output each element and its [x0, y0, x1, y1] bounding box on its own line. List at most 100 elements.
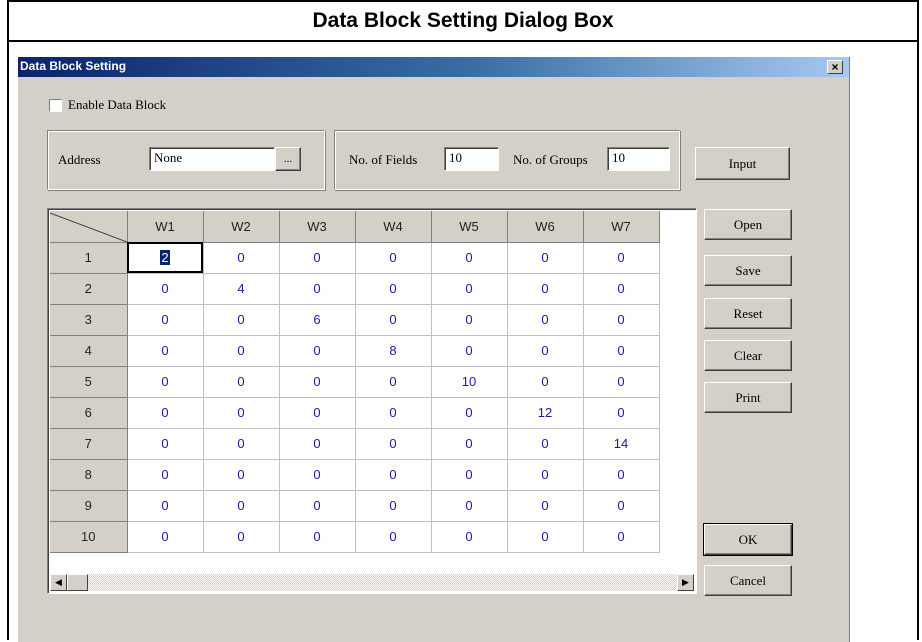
column-header[interactable]: W3	[279, 211, 356, 243]
grid-cell[interactable]: 0	[203, 242, 280, 274]
grid-cell[interactable]: 0	[279, 428, 356, 460]
row-header[interactable]: 6	[50, 397, 128, 429]
grid-cell[interactable]: 0	[431, 304, 508, 336]
grid-cell[interactable]: 0	[279, 397, 356, 429]
grid-cell[interactable]: 0	[431, 521, 508, 553]
grid-cell[interactable]: 0	[279, 490, 356, 522]
grid-cell[interactable]: 6	[279, 304, 356, 336]
row-header[interactable]: 7	[50, 428, 128, 460]
grid-cell[interactable]: 0	[203, 397, 280, 429]
row-header[interactable]: 9	[50, 490, 128, 522]
grid-cell[interactable]: 0	[507, 304, 584, 336]
grid-cell[interactable]: 0	[203, 304, 280, 336]
grid-cell[interactable]: 0	[279, 366, 356, 398]
grid-cell[interactable]: 0	[583, 366, 660, 398]
grid-cell[interactable]: 0	[203, 521, 280, 553]
grid-cell[interactable]: 0	[507, 428, 584, 460]
grid-cell[interactable]: 0	[583, 304, 660, 336]
grid-cell[interactable]: 0	[431, 490, 508, 522]
groups-field[interactable]: 10	[607, 147, 670, 171]
scroll-thumb[interactable]	[67, 574, 88, 591]
grid-cell[interactable]: 0	[203, 366, 280, 398]
grid-cell[interactable]: 0	[127, 490, 204, 522]
grid-cell[interactable]: 0	[203, 335, 280, 367]
grid-cell[interactable]: 0	[355, 273, 432, 305]
row-header[interactable]: 5	[50, 366, 128, 398]
column-header[interactable]: W4	[355, 211, 432, 243]
grid-cell[interactable]: 0	[127, 428, 204, 460]
grid-cell[interactable]: 0	[583, 397, 660, 429]
grid-cell[interactable]: 0	[583, 335, 660, 367]
grid-cell[interactable]: 0	[431, 428, 508, 460]
row-header[interactable]: 8	[50, 459, 128, 491]
grid-cell[interactable]: 0	[507, 335, 584, 367]
column-header[interactable]: W7	[583, 211, 660, 243]
grid-cell[interactable]: 0	[355, 304, 432, 336]
scroll-left-button[interactable]: ◀	[50, 574, 67, 591]
grid-cell[interactable]: 0	[431, 242, 508, 274]
open-button[interactable]: Open	[704, 209, 792, 240]
scroll-right-button[interactable]: ▶	[677, 574, 694, 591]
grid-cell[interactable]: 0	[355, 459, 432, 491]
fields-field[interactable]: 10	[444, 147, 499, 171]
grid-cell[interactable]: 0	[507, 459, 584, 491]
row-header[interactable]: 1	[50, 242, 128, 274]
enable-data-block-checkbox[interactable]	[49, 99, 62, 112]
save-button[interactable]: Save	[704, 255, 792, 286]
grid-cell[interactable]: 0	[203, 459, 280, 491]
column-header[interactable]: W5	[431, 211, 508, 243]
grid-cell[interactable]: 0	[279, 459, 356, 491]
grid-cell[interactable]: 0	[507, 273, 584, 305]
grid-cell[interactable]: 0	[279, 335, 356, 367]
grid-cell[interactable]: 0	[431, 459, 508, 491]
grid-cell[interactable]: 8	[355, 335, 432, 367]
address-browse-button[interactable]: ...	[275, 147, 301, 171]
grid-cell[interactable]: 0	[127, 273, 204, 305]
grid-cell[interactable]: 0	[127, 304, 204, 336]
column-header[interactable]: W6	[507, 211, 584, 243]
grid-cell[interactable]: 0	[355, 521, 432, 553]
grid-cell[interactable]: 0	[355, 366, 432, 398]
grid-cell[interactable]: 0	[127, 397, 204, 429]
print-button[interactable]: Print	[704, 382, 792, 413]
grid-cell[interactable]: 0	[583, 459, 660, 491]
close-button[interactable]: ×	[827, 60, 843, 74]
grid-cell[interactable]: 0	[279, 242, 356, 274]
grid-cell[interactable]: 0	[583, 490, 660, 522]
reset-button[interactable]: Reset	[704, 298, 792, 329]
grid-cell[interactable]: 0	[431, 397, 508, 429]
grid-cell[interactable]: 0	[355, 397, 432, 429]
grid-cell[interactable]: 0	[507, 490, 584, 522]
grid-cell[interactable]: 10	[431, 366, 508, 398]
grid-cell[interactable]: 0	[127, 521, 204, 553]
grid-cell[interactable]: 0	[127, 335, 204, 367]
horizontal-scrollbar[interactable]: ◀ ▶	[50, 574, 694, 591]
grid-cell[interactable]: 0	[127, 366, 204, 398]
grid-cell[interactable]: 0	[279, 273, 356, 305]
grid-cell[interactable]: 0	[431, 335, 508, 367]
grid-cell[interactable]: 2	[127, 242, 204, 274]
row-header[interactable]: 3	[50, 304, 128, 336]
grid-cell[interactable]: 0	[583, 273, 660, 305]
data-grid[interactable]: W1 W2 W3 W4 W5 W6 W7 1200000020400000300…	[47, 208, 697, 594]
grid-cell[interactable]: 14	[583, 428, 660, 460]
grid-cell[interactable]: 0	[583, 521, 660, 553]
column-header[interactable]: W2	[203, 211, 280, 243]
grid-cell[interactable]: 0	[279, 521, 356, 553]
grid-cell[interactable]: 0	[507, 521, 584, 553]
grid-cell[interactable]: 0	[431, 273, 508, 305]
grid-cell[interactable]: 0	[355, 242, 432, 274]
grid-cell[interactable]: 0	[355, 428, 432, 460]
grid-cell[interactable]: 12	[507, 397, 584, 429]
address-field[interactable]: None	[149, 147, 275, 171]
row-header[interactable]: 10	[50, 521, 128, 553]
row-header[interactable]: 4	[50, 335, 128, 367]
grid-cell[interactable]: 0	[203, 490, 280, 522]
grid-cell[interactable]: 0	[355, 490, 432, 522]
grid-cell[interactable]: 0	[203, 428, 280, 460]
row-header[interactable]: 2	[50, 273, 128, 305]
input-button[interactable]: Input	[695, 147, 790, 180]
grid-cell[interactable]: 0	[127, 459, 204, 491]
dialog-titlebar[interactable]: Data Block Setting ×	[18, 57, 849, 77]
grid-cell[interactable]: 4	[203, 273, 280, 305]
